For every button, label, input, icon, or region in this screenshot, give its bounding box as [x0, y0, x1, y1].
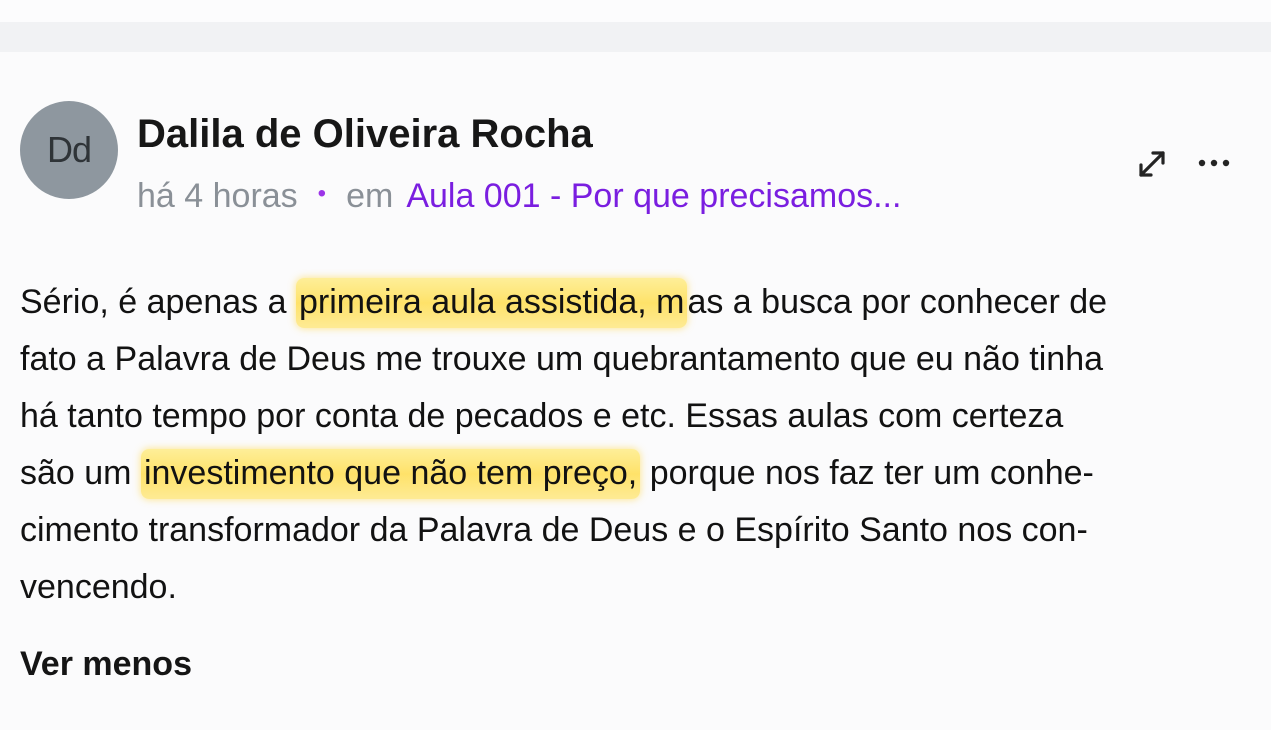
more-options-button[interactable]	[1193, 145, 1235, 181]
top-spacing	[0, 0, 1271, 22]
highlighted-text: primeira aula assistida, m	[295, 278, 688, 328]
comment-text-segment: Sério, é apenas a	[20, 283, 296, 321]
meta-separator-dot: •	[317, 180, 327, 207]
lesson-link[interactable]: Aula 001 - Por que precisamos...	[406, 176, 901, 216]
more-options-icon	[1198, 159, 1230, 167]
comment-text-segment: porque nos faz ter um conhe-	[640, 454, 1094, 492]
comment-line: são um investimento que não tem preço, p…	[20, 445, 1240, 502]
author-name[interactable]: Dalila de Oliveira Rocha	[137, 111, 593, 157]
comment-line: Sério, é apenas a primeira aula assistid…	[20, 274, 1240, 331]
post-meta: há 4 horas • em Aula 001 - Por que preci…	[137, 176, 901, 216]
comment-text: Sério, é apenas a primeira aula assistid…	[20, 274, 1240, 616]
comment-line: fato a Palavra de Deus me trouxe um queb…	[20, 340, 1104, 378]
author-avatar[interactable]: Dd	[20, 101, 118, 199]
comment-text-segment: as a busca por conhecer de	[687, 283, 1108, 321]
feed-separator	[0, 22, 1271, 52]
comment-line: vencendo.	[20, 568, 177, 606]
expand-icon	[1139, 151, 1165, 177]
see-less-button[interactable]: Ver menos	[20, 643, 192, 685]
avatar-initials: Dd	[46, 129, 92, 170]
post-time: há 4 horas	[137, 177, 298, 215]
comment-line: cimento transformador da Palavra de Deus…	[20, 511, 1088, 549]
highlighted-text: investimento que não tem preço,	[140, 449, 641, 499]
comment-line: há tanto tempo por conta de pecados e et…	[20, 397, 1064, 435]
comment-text-segment: são um	[20, 454, 141, 492]
expand-button[interactable]	[1131, 143, 1173, 185]
context-prefix: em	[346, 177, 394, 215]
